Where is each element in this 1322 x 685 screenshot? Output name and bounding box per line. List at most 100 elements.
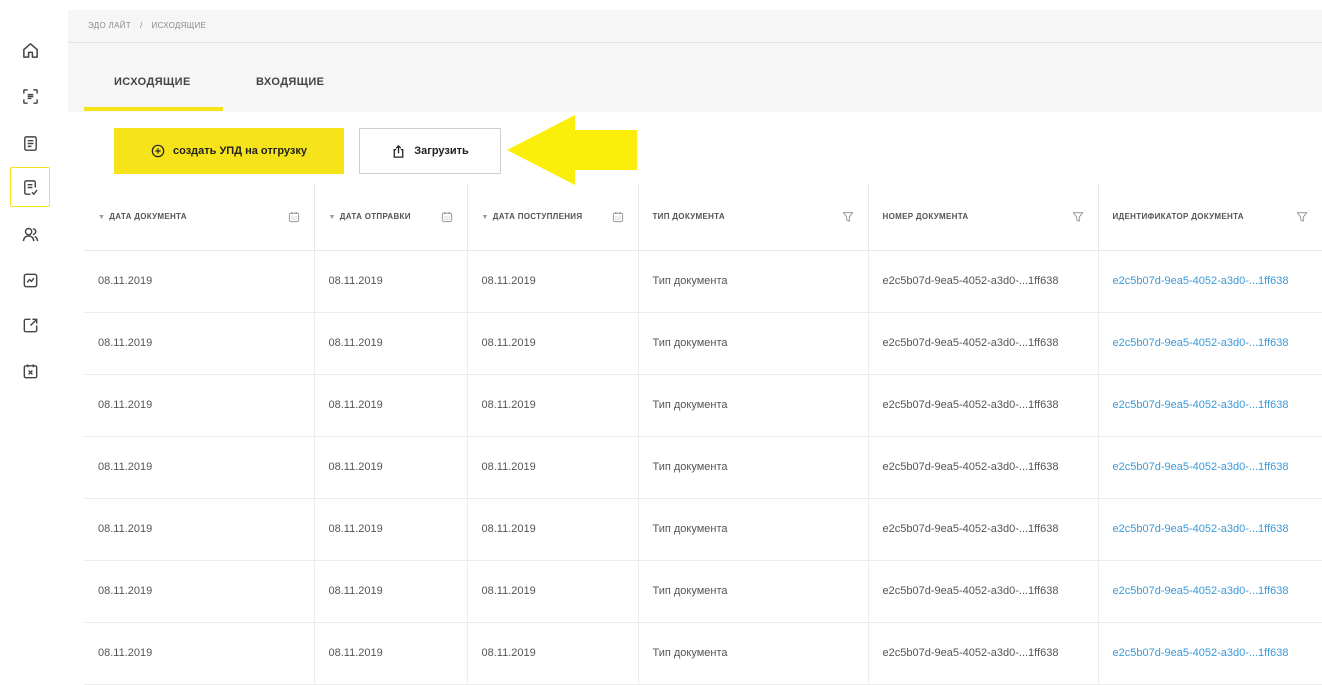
home-icon <box>22 42 38 58</box>
column-header-document-type[interactable]: ТИП ДОКУМЕНТА <box>637 184 868 251</box>
cell-document-type: Тип документа <box>637 374 868 437</box>
page-header <box>68 10 1322 112</box>
cell-document-type: Тип документа <box>637 250 868 313</box>
cell-send-date: 08.11.2019 <box>313 436 467 499</box>
calendar-icon[interactable] <box>612 211 624 223</box>
column-label: ДАТА ОТПРАВКИ <box>339 212 411 222</box>
column-label: ТИП ДОКУМЕНТА <box>652 212 725 222</box>
breadcrumb: ЭДО ЛАЙТ / ИСХОДЯЩИЕ <box>88 21 206 30</box>
cell-document-number: e2c5b07d-9ea5-4052-a3d0-...1ff638 <box>867 374 1098 437</box>
external-link-icon <box>23 318 37 332</box>
cell-receipt-date: 08.11.2019 <box>466 498 638 561</box>
cell-document-type: Тип документа <box>637 498 868 561</box>
table-row[interactable]: 08.11.2019 08.11.2019 08.11.2019 Тип док… <box>84 436 1322 499</box>
column-header-document-date[interactable]: ▼ ДАТА ДОКУМЕНТА <box>84 184 314 251</box>
yellow-arrow-icon <box>507 115 637 185</box>
cell-document-number: e2c5b07d-9ea5-4052-a3d0-...1ff638 <box>867 498 1098 561</box>
cell-document-id-link[interactable]: e2c5b07d-9ea5-4052-a3d0-...1ff638 <box>1097 436 1322 499</box>
filter-icon[interactable] <box>842 211 854 223</box>
plus-circle-icon <box>151 144 165 158</box>
scan-icon <box>22 88 38 104</box>
cell-document-type: Тип документа <box>637 622 868 685</box>
upload-icon <box>393 144 404 158</box>
column-header-document-number[interactable]: НОМЕР ДОКУМЕНТА <box>867 184 1098 251</box>
cell-receipt-date: 08.11.2019 <box>466 312 638 375</box>
cell-document-date: 08.11.2019 <box>84 436 314 499</box>
cell-send-date: 08.11.2019 <box>313 312 467 375</box>
cell-send-date: 08.11.2019 <box>313 622 467 685</box>
sidebar <box>0 0 68 659</box>
upload-button[interactable]: Загрузить <box>359 128 501 174</box>
table-row[interactable]: 08.11.2019 08.11.2019 08.11.2019 Тип док… <box>84 374 1322 437</box>
filter-icon[interactable] <box>1296 211 1308 223</box>
sidebar-item-outgoing[interactable] <box>10 167 50 207</box>
calendar-icon[interactable] <box>441 211 453 223</box>
divider <box>68 42 1322 43</box>
table-header-row: ▼ ДАТА ДОКУМЕНТА ▼ ДАТА ОТПРАВКИ ▼ ДАТА ПОС… <box>84 184 1322 251</box>
cell-document-number: e2c5b07d-9ea5-4052-a3d0-...1ff638 <box>867 250 1098 313</box>
calendar-x-icon <box>23 363 37 378</box>
sidebar-item-export[interactable] <box>10 305 50 345</box>
cell-document-date: 08.11.2019 <box>84 250 314 313</box>
cell-send-date: 08.11.2019 <box>313 374 467 437</box>
column-label: ИДЕНТИФИКАТОР ДОКУМЕНТА <box>1112 212 1244 222</box>
table-row[interactable]: 08.11.2019 08.11.2019 08.11.2019 Тип док… <box>84 312 1322 375</box>
cell-document-date: 08.11.2019 <box>84 560 314 623</box>
cell-document-number: e2c5b07d-9ea5-4052-a3d0-...1ff638 <box>867 312 1098 375</box>
cell-send-date: 08.11.2019 <box>313 560 467 623</box>
tab-incoming[interactable]: ВХОДЯЩИЕ <box>256 76 324 88</box>
column-header-send-date[interactable]: ▼ ДАТА ОТПРАВКИ <box>313 184 467 251</box>
table-row[interactable]: 08.11.2019 08.11.2019 08.11.2019 Тип док… <box>84 560 1322 623</box>
sidebar-item-rejected[interactable] <box>10 351 50 391</box>
cell-document-id-link[interactable]: e2c5b07d-9ea5-4052-a3d0-...1ff638 <box>1097 498 1322 561</box>
table-row[interactable]: 08.11.2019 08.11.2019 08.11.2019 Тип док… <box>84 250 1322 313</box>
cell-document-id-link[interactable]: e2c5b07d-9ea5-4052-a3d0-...1ff638 <box>1097 250 1322 313</box>
calendar-icon[interactable] <box>288 211 300 223</box>
breadcrumb-current: ИСХОДЯЩИЕ <box>151 21 207 30</box>
cell-send-date: 08.11.2019 <box>313 250 467 313</box>
users-icon <box>22 227 38 241</box>
cell-receipt-date: 08.11.2019 <box>466 436 638 499</box>
column-label: ДАТА ДОКУМЕНТА <box>109 212 187 222</box>
cell-document-id-link[interactable]: e2c5b07d-9ea5-4052-a3d0-...1ff638 <box>1097 622 1322 685</box>
cell-send-date: 08.11.2019 <box>313 498 467 561</box>
cell-document-date: 08.11.2019 <box>84 498 314 561</box>
tab-outgoing[interactable]: ИСХОДЯЩИЕ <box>114 76 191 88</box>
document-icon <box>23 135 37 151</box>
column-header-document-id[interactable]: ИДЕНТИФИКАТОР ДОКУМЕНТА <box>1097 184 1322 251</box>
create-upd-label: создать УПД на отгрузку <box>173 145 307 157</box>
cell-document-id-link[interactable]: e2c5b07d-9ea5-4052-a3d0-...1ff638 <box>1097 374 1322 437</box>
cell-receipt-date: 08.11.2019 <box>466 560 638 623</box>
cell-document-type: Тип документа <box>637 560 868 623</box>
cell-document-id-link[interactable]: e2c5b07d-9ea5-4052-a3d0-...1ff638 <box>1097 560 1322 623</box>
cell-document-date: 08.11.2019 <box>84 622 314 685</box>
column-header-receipt-date[interactable]: ▼ ДАТА ПОСТУПЛЕНИЯ <box>466 184 638 251</box>
sidebar-item-scan[interactable] <box>10 76 50 116</box>
sort-icon[interactable]: ▼ <box>98 214 105 221</box>
sort-icon[interactable]: ▼ <box>329 214 336 221</box>
create-upd-button[interactable]: создать УПД на отгрузку <box>114 128 344 174</box>
column-label: НОМЕР ДОКУМЕНТА <box>882 212 969 222</box>
cell-document-date: 08.11.2019 <box>84 312 314 375</box>
table-row[interactable]: 08.11.2019 08.11.2019 08.11.2019 Тип док… <box>84 498 1322 561</box>
cell-receipt-date: 08.11.2019 <box>466 622 638 685</box>
cell-document-number: e2c5b07d-9ea5-4052-a3d0-...1ff638 <box>867 622 1098 685</box>
sidebar-item-documents[interactable] <box>10 123 50 163</box>
document-check-icon <box>23 179 38 195</box>
sidebar-item-contacts[interactable] <box>10 214 50 254</box>
cell-document-id-link[interactable]: e2c5b07d-9ea5-4052-a3d0-...1ff638 <box>1097 312 1322 375</box>
filter-icon[interactable] <box>1072 211 1084 223</box>
breadcrumb-root[interactable]: ЭДО ЛАЙТ <box>88 21 131 30</box>
cell-document-number: e2c5b07d-9ea5-4052-a3d0-...1ff638 <box>867 436 1098 499</box>
cell-receipt-date: 08.11.2019 <box>466 250 638 313</box>
sidebar-item-reports[interactable] <box>10 260 50 300</box>
cell-receipt-date: 08.11.2019 <box>466 374 638 437</box>
sort-icon[interactable]: ▼ <box>482 214 489 221</box>
sidebar-item-home[interactable] <box>10 30 50 70</box>
breadcrumb-separator: / <box>139 21 143 30</box>
column-label: ДАТА ПОСТУПЛЕНИЯ <box>492 212 583 222</box>
cell-document-type: Тип документа <box>637 312 868 375</box>
table-row[interactable]: 08.11.2019 08.11.2019 08.11.2019 Тип док… <box>84 622 1322 685</box>
cell-document-type: Тип документа <box>637 436 868 499</box>
upload-label: Загрузить <box>414 145 469 157</box>
